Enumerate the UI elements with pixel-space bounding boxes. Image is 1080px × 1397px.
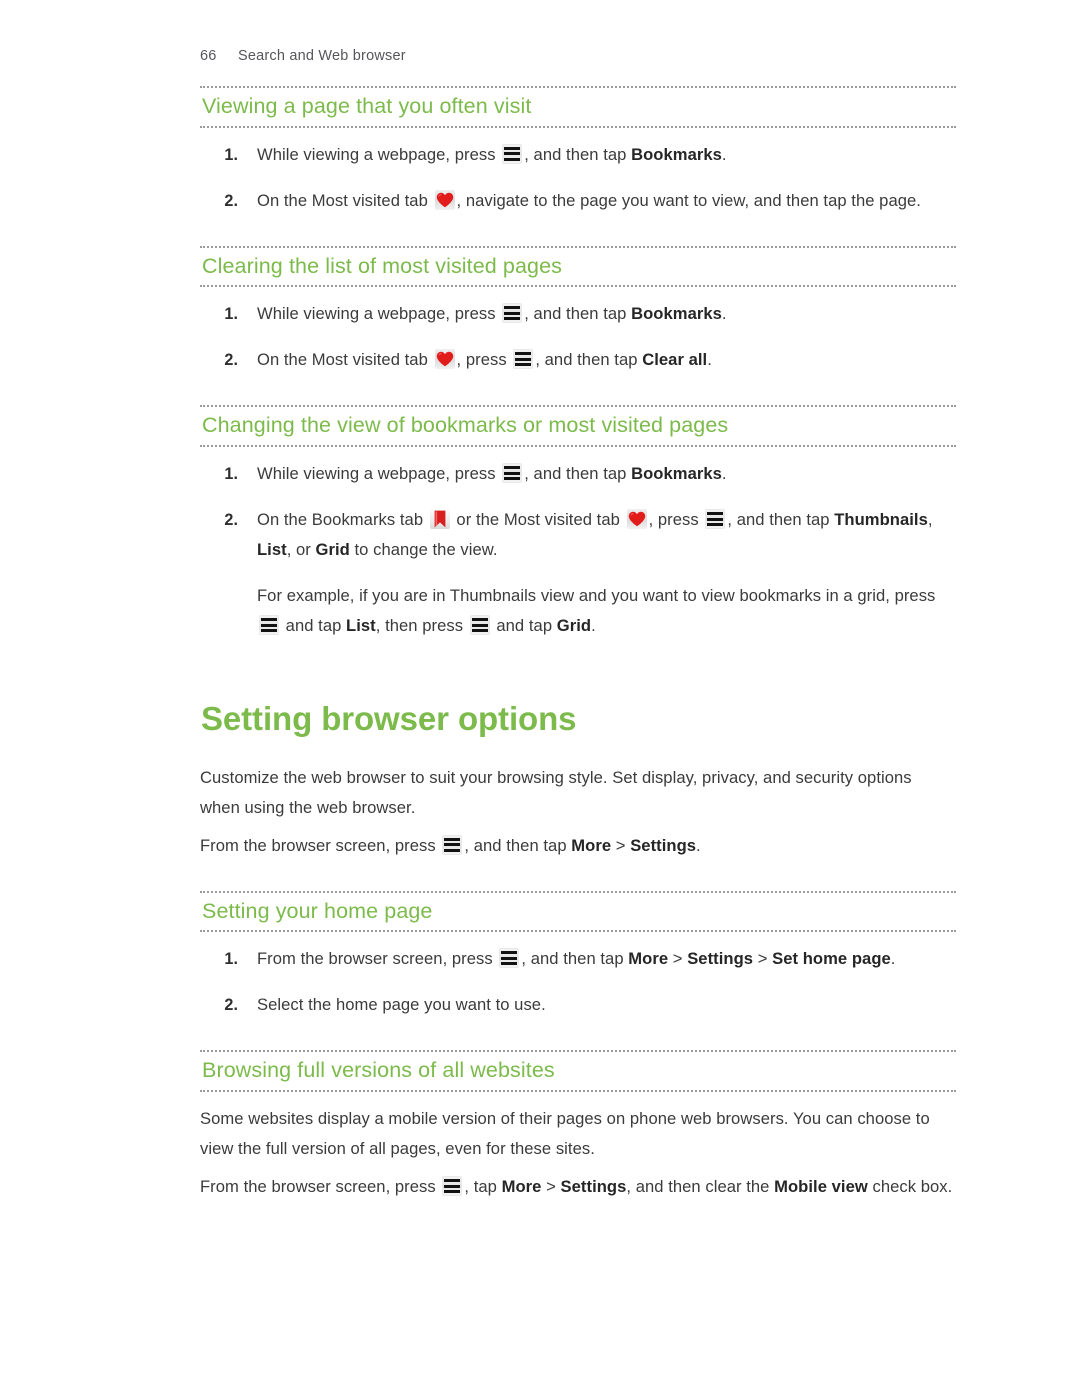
- page-number: 66: [200, 48, 217, 64]
- steps-viewing-page: 1. While viewing a webpage, press , and …: [200, 140, 956, 216]
- step-text: Select the home page you want to use.: [257, 995, 546, 1015]
- heart-icon: [434, 349, 455, 370]
- step-text: On the Most visited tab , press , and th…: [257, 349, 712, 370]
- step-text: On the Most visited tab , navigate to th…: [257, 189, 921, 210]
- menu-bars-icon: [499, 948, 520, 969]
- list-item: 2. On the Bookmarks tab or the Most visi…: [200, 505, 956, 641]
- step-number: 1.: [224, 950, 238, 969]
- emphasis-text: Bookmarks: [631, 464, 722, 484]
- step-number: 2.: [224, 511, 238, 530]
- list-item: 2. On the Most visited tab , press , and…: [200, 345, 956, 375]
- emphasis-text: List: [346, 616, 376, 636]
- list-item: 1. While viewing a webpage, press , and …: [200, 459, 956, 489]
- menu-bars-icon: [442, 1176, 463, 1197]
- step-number: 1.: [224, 145, 238, 164]
- emphasis-text: More: [571, 835, 612, 855]
- bookmark-ribbon-icon: [429, 509, 450, 530]
- steps-changing-view: 1. While viewing a webpage, press , and …: [200, 459, 956, 641]
- step-text: While viewing a webpage, press , and the…: [257, 143, 727, 164]
- running-head: 66 Search and Web browser: [200, 48, 406, 64]
- emphasis-text: Set home page: [772, 949, 891, 969]
- section-heading-changing-view: Changing the view of bookmarks or most v…: [202, 413, 729, 438]
- emphasis-text: Grid: [556, 616, 592, 636]
- emphasis-text: Settings: [630, 835, 697, 855]
- emphasis-text: Bookmarks: [631, 304, 722, 324]
- menu-bars-icon: [502, 143, 523, 164]
- emphasis-text: Grid: [315, 540, 350, 560]
- list-item: 1. From the browser screen, press , and …: [200, 944, 956, 974]
- step-number: 2.: [224, 351, 238, 370]
- section-heading-clearing-list: Clearing the list of most visited pages: [202, 253, 563, 278]
- emphasis-text: Thumbnails: [834, 510, 928, 530]
- intro-paragraph: Some websites display a mobile version o…: [200, 1109, 930, 1159]
- step-number: 2.: [224, 191, 238, 210]
- section-heading-setting-home-page: Setting your home page: [202, 898, 433, 923]
- list-item: 1. While viewing a webpage, press , and …: [200, 299, 956, 329]
- list-item: 2. Select the home page you want to use.: [200, 990, 956, 1020]
- step-number: 1.: [224, 465, 238, 484]
- emphasis-text: More: [501, 1177, 542, 1197]
- emphasis-text: Settings: [560, 1177, 627, 1197]
- step-text: While viewing a webpage, press , and the…: [257, 303, 727, 324]
- menu-bars-icon: [469, 615, 490, 636]
- running-head-title: Search and Web browser: [238, 48, 406, 64]
- step-text: On the Bookmarks tab or the Most visited…: [257, 509, 933, 560]
- emphasis-text: Bookmarks: [631, 144, 722, 164]
- instruction-paragraph: From the browser screen, press , tap Mor…: [200, 1176, 953, 1197]
- emphasis-text: List: [257, 540, 287, 560]
- steps-clearing-list: 1. While viewing a webpage, press , and …: [200, 299, 956, 375]
- step-text: While viewing a webpage, press , and the…: [257, 463, 727, 484]
- emphasis-text: Settings: [687, 949, 754, 969]
- step-text: From the browser screen, press , and the…: [257, 948, 896, 969]
- intro-paragraph: Customize the web browser to suit your b…: [200, 767, 912, 817]
- menu-bars-icon: [705, 509, 726, 530]
- steps-setting-home-page: 1. From the browser screen, press , and …: [200, 944, 956, 1020]
- heart-icon: [626, 509, 647, 530]
- section-heading-viewing-page: Viewing a page that you often visit: [202, 94, 532, 118]
- menu-bars-icon: [442, 834, 463, 855]
- manual-page: 66 Search and Web browser Viewing a page …: [0, 0, 1080, 1397]
- step-number: 1.: [224, 305, 238, 324]
- step-number: 2.: [224, 996, 238, 1015]
- menu-bars-icon: [513, 349, 534, 370]
- menu-bars-icon: [259, 615, 279, 636]
- emphasis-text: More: [628, 949, 669, 969]
- heart-icon: [434, 189, 455, 210]
- instruction-paragraph: From the browser screen, press , and the…: [200, 834, 701, 855]
- page-content: Viewing a page that you often visit 1. W…: [200, 86, 956, 1202]
- menu-bars-icon: [502, 463, 523, 484]
- emphasis-text: Clear all: [642, 350, 708, 370]
- page-title: Setting browser options: [201, 700, 577, 738]
- menu-bars-icon: [502, 303, 523, 324]
- section-heading-browsing-full-versions: Browsing full versions of all websites: [202, 1058, 555, 1083]
- list-item: 2. On the Most visited tab , navigate to…: [200, 186, 956, 216]
- emphasis-text: Mobile view: [774, 1177, 868, 1197]
- list-item: 1. While viewing a webpage, press , and …: [200, 140, 956, 170]
- step-sub-text: For example, if you are in Thumbnails vi…: [257, 586, 936, 636]
